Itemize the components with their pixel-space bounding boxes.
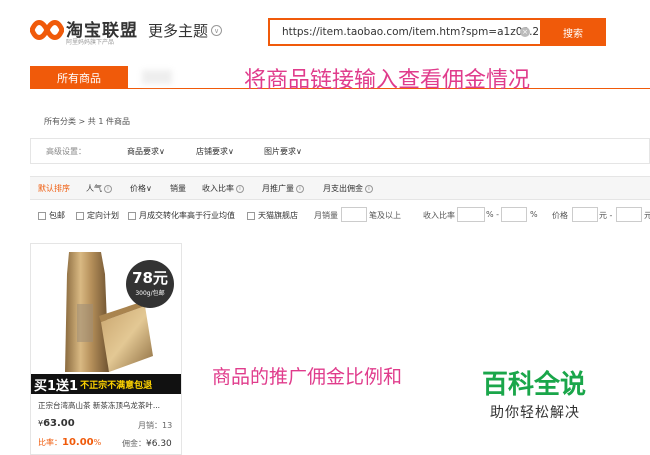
income-ratio-min-input[interactable] bbox=[457, 207, 485, 222]
product-title[interactable]: 正宗台湾高山茶 新茶冻顶乌龙茶叶... bbox=[38, 400, 176, 411]
tab-all-products[interactable]: 所有商品 bbox=[30, 66, 128, 89]
commission-label: 佣金： bbox=[122, 439, 146, 448]
checkbox[interactable] bbox=[76, 211, 84, 220]
checkbox[interactable] bbox=[247, 211, 255, 220]
monthly-sales: 月销：13 bbox=[138, 421, 173, 430]
info-icon: i bbox=[365, 184, 373, 193]
sort-income-ratio[interactable]: 收入比率 i bbox=[202, 183, 244, 194]
filter-conversion-rate-label: 月成交转化率高于行业均值 bbox=[139, 211, 235, 220]
monthly-sales-suffix: 笔及以上 bbox=[369, 211, 401, 220]
clear-icon[interactable]: × bbox=[520, 27, 530, 37]
info-icon: i bbox=[296, 184, 304, 193]
income-ratio-max-input[interactable] bbox=[501, 207, 527, 222]
filter-free-shipping[interactable]: 包邮 bbox=[38, 210, 65, 221]
breadcrumb-separator: > bbox=[78, 117, 86, 126]
sort-popularity[interactable]: 人气 i bbox=[86, 183, 112, 194]
filter-tmall-flagship[interactable]: 天猫旗舰店 bbox=[247, 210, 298, 221]
breadcrumb-root[interactable]: 所有分类 bbox=[44, 117, 76, 126]
sort-popularity-label: 人气 bbox=[86, 184, 102, 193]
price-label: 价格 bbox=[552, 211, 568, 220]
commission-rate: 比率：10.00% bbox=[38, 437, 101, 448]
logo-tagline: 阿里妈妈旗下产品 bbox=[66, 39, 115, 46]
advanced-settings-label: 高级设置： bbox=[46, 147, 86, 156]
price-max-input[interactable] bbox=[616, 207, 642, 222]
promo-main-text: 买1送1 bbox=[34, 378, 79, 394]
sort-sales[interactable]: 销量 bbox=[170, 183, 186, 194]
shop-requirements-dropdown[interactable]: 店铺要求∨ bbox=[196, 146, 234, 157]
search-button[interactable]: 搜索 bbox=[540, 18, 606, 46]
price-value: 63.00 bbox=[43, 418, 75, 429]
watermark-subtitle: 助你轻松解决 bbox=[490, 405, 580, 421]
blurred-tab bbox=[142, 70, 172, 84]
sort-monthly-promotion-label: 月推广量 bbox=[262, 184, 294, 193]
overlay-caption-top: 将商品链接输入查看佣金情况 bbox=[244, 68, 531, 93]
income-ratio-label: 收入比率 bbox=[423, 211, 455, 220]
chevron-down-icon: ∨ bbox=[211, 25, 223, 36]
filter-tmall-flagship-label: 天猫旗舰店 bbox=[258, 211, 298, 220]
filter-targeted-plan[interactable]: 定向计划 bbox=[76, 210, 119, 221]
checkbox[interactable] bbox=[38, 211, 46, 220]
rate-unit: % bbox=[93, 438, 102, 447]
sort-monthly-commission[interactable]: 月支出佣金 i bbox=[323, 183, 373, 194]
product-price: ¥63.00 bbox=[38, 418, 75, 429]
price-min-input[interactable] bbox=[572, 207, 598, 222]
percent-suffix: % bbox=[530, 210, 538, 219]
filter-conversion-rate[interactable]: 月成交转化率高于行业均值 bbox=[128, 210, 235, 221]
yuan-suffix: 元 bbox=[644, 211, 650, 220]
monthly-sales-label: 月销量 bbox=[314, 211, 338, 220]
sort-monthly-promotion[interactable]: 月推广量 i bbox=[262, 183, 304, 194]
product-requirements-dropdown[interactable]: 商品要求∨ bbox=[127, 146, 165, 157]
more-topics-label: 更多主题 bbox=[148, 22, 209, 40]
info-icon: i bbox=[104, 184, 112, 193]
info-icon: i bbox=[236, 184, 244, 193]
price-badge: 78元 300g/包邮 bbox=[126, 260, 174, 308]
rate-value: 10.00 bbox=[62, 437, 94, 448]
commission-amount: 佣金：¥6.30 bbox=[122, 438, 172, 449]
commission-value: ¥6.30 bbox=[146, 439, 172, 449]
yuan-separator: 元 - bbox=[599, 211, 613, 220]
result-count: 共 1 件商品 bbox=[87, 117, 130, 126]
promo-banner: 买1送1 不正宗不满意包退 bbox=[31, 374, 181, 394]
filter-free-shipping-label: 包邮 bbox=[49, 211, 65, 220]
sort-default[interactable]: 默认排序 bbox=[38, 183, 70, 194]
badge-price: 78元 bbox=[132, 269, 168, 287]
search-input[interactable]: https://item.taobao.com/item.htm?spm=a1z… bbox=[268, 18, 540, 46]
overlay-caption-middle: 商品的推广佣金比例和 bbox=[212, 366, 403, 388]
watermark-title: 百科全说 bbox=[482, 370, 587, 400]
filter-targeted-plan-label: 定向计划 bbox=[87, 211, 119, 220]
badge-unit: 300g/包邮 bbox=[135, 290, 165, 297]
advanced-settings-row bbox=[30, 138, 650, 164]
more-topics-dropdown[interactable]: 更多主题 ∨ bbox=[148, 20, 223, 41]
sort-income-ratio-label: 收入比率 bbox=[202, 184, 234, 193]
breadcrumb: 所有分类 > 共 1 件商品 bbox=[44, 116, 130, 127]
percent-separator: % - bbox=[486, 210, 500, 219]
taobao-alliance-logo-icon[interactable] bbox=[30, 18, 64, 42]
promo-tag-text: 不正宗不满意包退 bbox=[80, 380, 153, 391]
checkbox[interactable] bbox=[128, 211, 136, 220]
monthly-sales-input[interactable] bbox=[341, 207, 367, 222]
rate-label: 比率： bbox=[38, 438, 62, 447]
image-requirements-dropdown[interactable]: 图片要求∨ bbox=[264, 146, 302, 157]
sort-price[interactable]: 价格∨ bbox=[130, 183, 152, 194]
sort-monthly-commission-label: 月支出佣金 bbox=[323, 184, 363, 193]
